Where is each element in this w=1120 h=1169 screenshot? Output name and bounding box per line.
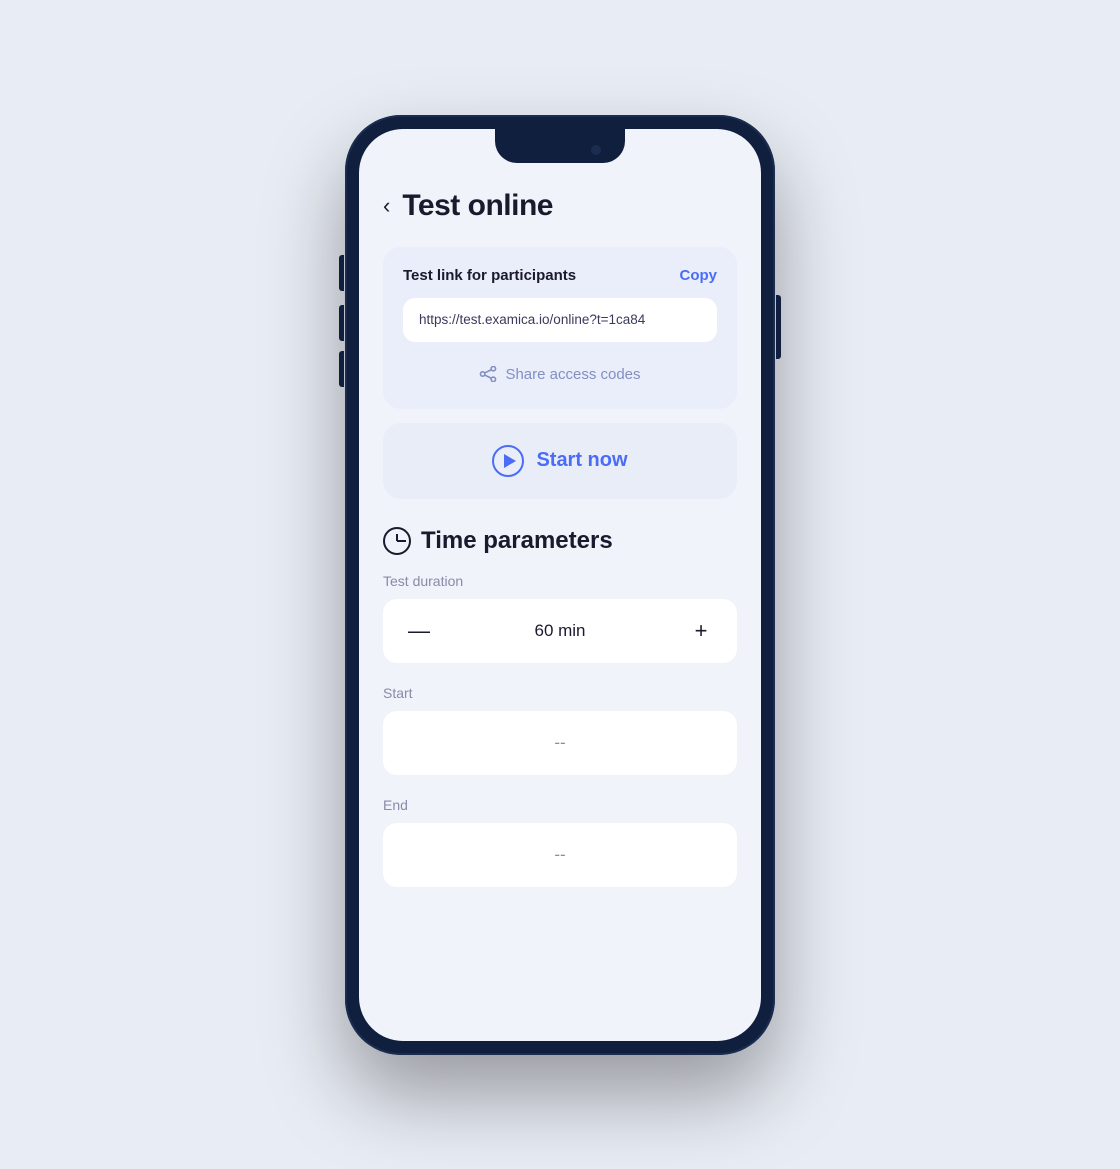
start-time-input[interactable]: --: [383, 711, 737, 775]
screen-content: ‹ Test online Test link for participants…: [359, 129, 761, 1041]
share-icon: [479, 366, 497, 382]
end-time-input[interactable]: --: [383, 823, 737, 887]
notch-camera: [591, 145, 601, 155]
card-header: Test link for participants Copy: [403, 267, 717, 284]
start-time-value: --: [554, 733, 565, 753]
copy-button[interactable]: Copy: [680, 267, 718, 284]
share-access-codes-button[interactable]: Share access codes: [403, 356, 717, 393]
page-wrapper: ‹ Test online Test link for participants…: [0, 0, 1120, 1169]
end-label-field: End: [383, 797, 737, 813]
page-title: Test online: [402, 189, 553, 223]
start-now-button[interactable]: Start now: [383, 423, 737, 499]
link-box: https://test.examica.io/online?t=1ca84: [403, 298, 717, 342]
duration-control: — 60 min +: [383, 599, 737, 663]
section-title: Time parameters: [421, 527, 613, 555]
clock-hand-minute: [397, 540, 406, 542]
start-label-field: Start: [383, 685, 737, 701]
link-url-text: https://test.examica.io/online?t=1ca84: [419, 312, 645, 327]
phone-device: ‹ Test online Test link for participants…: [345, 115, 775, 1055]
end-time-value: --: [554, 845, 565, 865]
start-label: Start now: [536, 449, 627, 472]
card-label: Test link for participants: [403, 267, 576, 284]
decrease-duration-button[interactable]: —: [403, 615, 435, 647]
phone-notch: [495, 129, 625, 163]
clock-icon: [383, 527, 411, 555]
play-triangle: [504, 454, 516, 468]
duration-label: Test duration: [383, 573, 737, 589]
test-link-card: Test link for participants Copy https://…: [383, 247, 737, 409]
duration-value: 60 min: [534, 621, 585, 641]
header: ‹ Test online: [383, 189, 737, 223]
section-header: Time parameters: [383, 527, 737, 555]
increase-duration-button[interactable]: +: [685, 615, 717, 647]
share-label: Share access codes: [505, 366, 640, 383]
back-button[interactable]: ‹: [383, 195, 390, 217]
phone-screen: ‹ Test online Test link for participants…: [359, 129, 761, 1041]
play-icon: [492, 445, 524, 477]
